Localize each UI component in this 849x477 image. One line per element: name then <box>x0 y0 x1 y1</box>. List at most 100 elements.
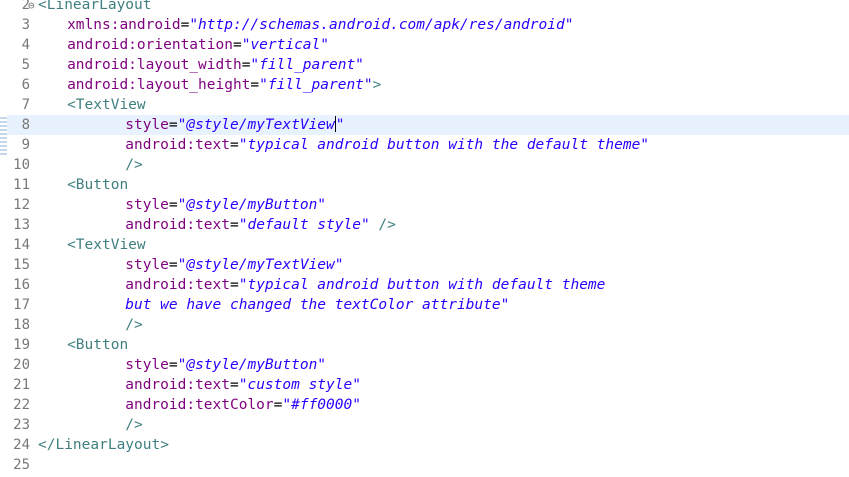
code-line[interactable]: 11 <Button <box>0 175 849 195</box>
code-text: /> <box>38 155 142 175</box>
line-number: 3 <box>21 17 30 33</box>
code-text: style="@style/myButton" <box>38 355 326 375</box>
line-number: 20 <box>13 357 30 373</box>
line-number: 21 <box>13 377 30 393</box>
xml-punctuation: = <box>168 357 178 373</box>
code-line[interactable]: 17 but we have changed the textColor attr… <box>0 295 849 315</box>
code-line[interactable]: 24 </LinearLayout> <box>0 435 849 455</box>
code-line[interactable]: 20 style="@style/myButton" <box>0 355 849 375</box>
line-number: 11 <box>13 177 30 193</box>
xml-punctuation: = <box>230 377 239 393</box>
line-number: 16 <box>13 277 30 293</box>
xml-punctuation: = <box>180 17 190 33</box>
xml-value: "vertical" <box>241 37 329 53</box>
line-number: 10 <box>13 157 30 173</box>
xml-value: "fill_parent" <box>259 77 373 93</box>
xml-tag: <Button <box>67 337 129 353</box>
xml-attribute: android:textColor <box>125 397 274 413</box>
line-number: 15 <box>13 257 30 273</box>
line-number: 24 <box>13 437 30 453</box>
xml-attribute: xmlns:android <box>67 17 181 33</box>
code-line[interactable]: 3 xmlns:android="http://schemas.android.c… <box>0 15 849 35</box>
code-text: but we have changed the textColor attrib… <box>38 295 509 315</box>
code-text: /> <box>38 315 143 335</box>
code-line[interactable]: 23 /> <box>0 415 849 435</box>
code-text: style="@style/myTextView" <box>38 255 344 275</box>
xml-tag: <TextView <box>67 97 146 113</box>
xml-punctuation: = <box>168 197 178 213</box>
code-text: android:text="default style" /> <box>38 215 396 235</box>
line-number: 4 <box>21 37 30 53</box>
xml-value: "@style/myButton" <box>177 357 327 373</box>
xml-value: "@style/myTextView" <box>177 257 344 273</box>
code-editor[interactable]: 2 ⊖ <LinearLayout 3 xmlns:android="http://sc… <box>0 0 849 475</box>
code-line[interactable]: 2 ⊖ <LinearLayout <box>0 0 849 15</box>
code-text: <Button <box>38 335 128 355</box>
code-text: <TextView <box>38 235 146 255</box>
line-number: 6 <box>21 77 30 93</box>
code-line[interactable]: 19 <Button <box>0 335 849 355</box>
xml-tag: /> <box>378 217 396 233</box>
code-text: android:text="typical android button wit… <box>38 275 605 295</box>
xml-punctuation: = <box>168 257 178 273</box>
line-number: 8 <box>21 117 30 133</box>
code-line[interactable]: 7 <TextView <box>0 95 849 115</box>
xml-attribute: style <box>125 357 169 373</box>
xml-punctuation: = <box>230 217 239 233</box>
fold-toggle-icon[interactable]: ⊖ <box>28 0 35 16</box>
code-text: android:layout_width="fill_parent" <box>38 55 364 75</box>
code-text: </LinearLayout> <box>38 435 169 455</box>
xml-value: "@style/myTextView <box>177 117 335 133</box>
xml-tag: /> <box>125 417 143 433</box>
code-text: xmlns:android="http://schemas.android.co… <box>38 15 573 35</box>
code-line[interactable]: 22 android:textColor="#ff0000" <box>0 395 849 415</box>
code-line[interactable]: 21 android:text="custom style" <box>0 375 849 395</box>
code-line[interactable]: 6 android:layout_height="fill_parent"> <box>0 75 849 95</box>
xml-attribute: android:text <box>125 217 230 233</box>
xml-tag: <Button <box>67 177 129 193</box>
code-line[interactable]: 5 android:layout_width="fill_parent" <box>0 55 849 75</box>
code-line[interactable]: 15 style="@style/myTextView" <box>0 255 849 275</box>
code-line[interactable]: 14 <TextView <box>0 235 849 255</box>
line-number: 5 <box>21 57 30 73</box>
xml-punctuation: = <box>250 77 260 93</box>
code-line[interactable]: 13 android:text="default style" /> <box>0 215 849 235</box>
xml-attribute: android:text <box>125 377 230 393</box>
code-text: android:textColor="#ff0000" <box>38 395 361 415</box>
line-number: 9 <box>21 137 30 153</box>
xml-punctuation: = <box>230 137 239 153</box>
code-text: android:layout_height="fill_parent"> <box>38 75 381 95</box>
line-number: 25 <box>13 457 30 473</box>
xml-value: "#ff0000" <box>282 397 361 413</box>
xml-value: "custom style" <box>238 377 361 393</box>
xml-value: "typical android button with default the… <box>238 277 606 293</box>
code-line[interactable]: 4 android:orientation="vertical" <box>0 35 849 55</box>
line-number: 22 <box>13 397 30 413</box>
code-line[interactable]: 25 <box>0 455 849 475</box>
line-number: 23 <box>13 417 30 433</box>
xml-tag: <TextView <box>67 237 146 253</box>
code-text: /> <box>38 415 143 435</box>
xml-value: "typical android button with the default… <box>238 137 650 153</box>
xml-attribute: android:text <box>125 277 230 293</box>
xml-tag: </LinearLayout> <box>38 437 169 453</box>
line-number: 18 <box>13 317 30 333</box>
xml-value: "@style/myButton" <box>177 197 327 213</box>
line-number: 13 <box>13 217 30 233</box>
xml-tag: /> <box>125 317 143 333</box>
code-text: android:orientation="vertical" <box>38 35 329 55</box>
code-line[interactable]: 8 style="@style/myTextView" <box>0 115 849 135</box>
xml-attribute: style <box>125 257 169 273</box>
xml-value: "default style" <box>238 217 370 233</box>
xml-attribute: android:layout_height <box>67 77 251 93</box>
code-line[interactable]: 10 /> <box>0 155 849 175</box>
code-line[interactable]: 12 style="@style/myButton" <box>0 195 849 215</box>
line-number: 12 <box>13 197 30 213</box>
code-line[interactable]: 18 /> <box>0 315 849 335</box>
code-text: <LinearLayout <box>38 0 152 15</box>
xml-attribute: android:orientation <box>67 37 233 53</box>
code-line[interactable]: 16 android:text="typical android button w… <box>0 275 849 295</box>
xml-attribute: android:layout_width <box>67 57 242 73</box>
code-line[interactable]: 9 android:text="typical android button wi… <box>0 135 849 155</box>
line-number: 17 <box>13 297 30 313</box>
